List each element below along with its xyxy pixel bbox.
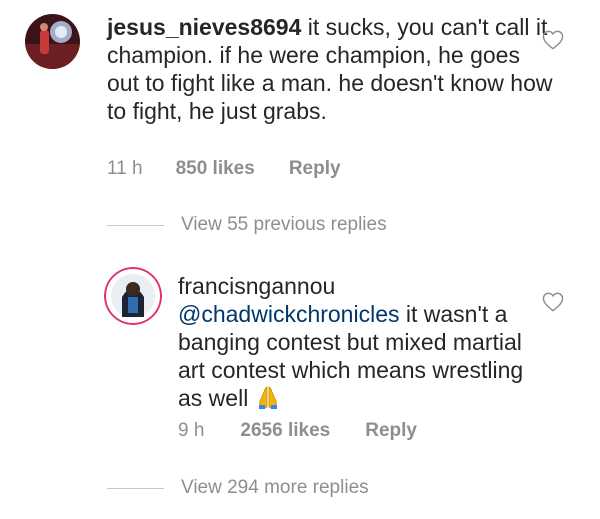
avatar-francisngannou[interactable] [104,267,162,325]
avatar-image [104,267,162,325]
divider-line [107,487,164,489]
comment-body: jesus_nieves8694 it sucks, you can't cal… [107,13,557,125]
reply-likes[interactable]: 2656 likes [240,420,330,442]
reply-time: 9 h [178,420,205,441]
avatar-image [25,14,80,69]
folded-hands-icon [255,384,281,416]
view-previous-replies[interactable]: View 55 previous replies [107,214,387,236]
reply-comment-body: francisngannou @chadwickchronicles it wa… [178,272,528,416]
reply-mention[interactable]: @chadwickchronicles [178,301,400,327]
view-previous-replies-label[interactable]: View 55 previous replies [181,214,387,236]
like-heart-icon[interactable] [542,30,564,50]
view-more-replies-label[interactable]: View 294 more replies [181,477,369,499]
reply-meta: 9 h 2656 likes Reply [178,420,417,442]
reply-reply-button[interactable]: Reply [365,420,417,442]
comment-time: 11 h [107,158,143,179]
reply-like-heart-icon[interactable] [542,292,564,312]
comment-meta: 11 h 850 likes Reply [107,158,341,180]
comment-likes[interactable]: 850 likes [176,158,255,180]
avatar-jesus[interactable] [25,14,80,69]
reply-button[interactable]: Reply [289,158,341,180]
reply-username[interactable]: francisngannou [178,273,335,299]
divider-line [107,224,164,226]
comment-username[interactable]: jesus_nieves8694 [107,14,301,40]
view-more-replies[interactable]: View 294 more replies [107,477,369,499]
